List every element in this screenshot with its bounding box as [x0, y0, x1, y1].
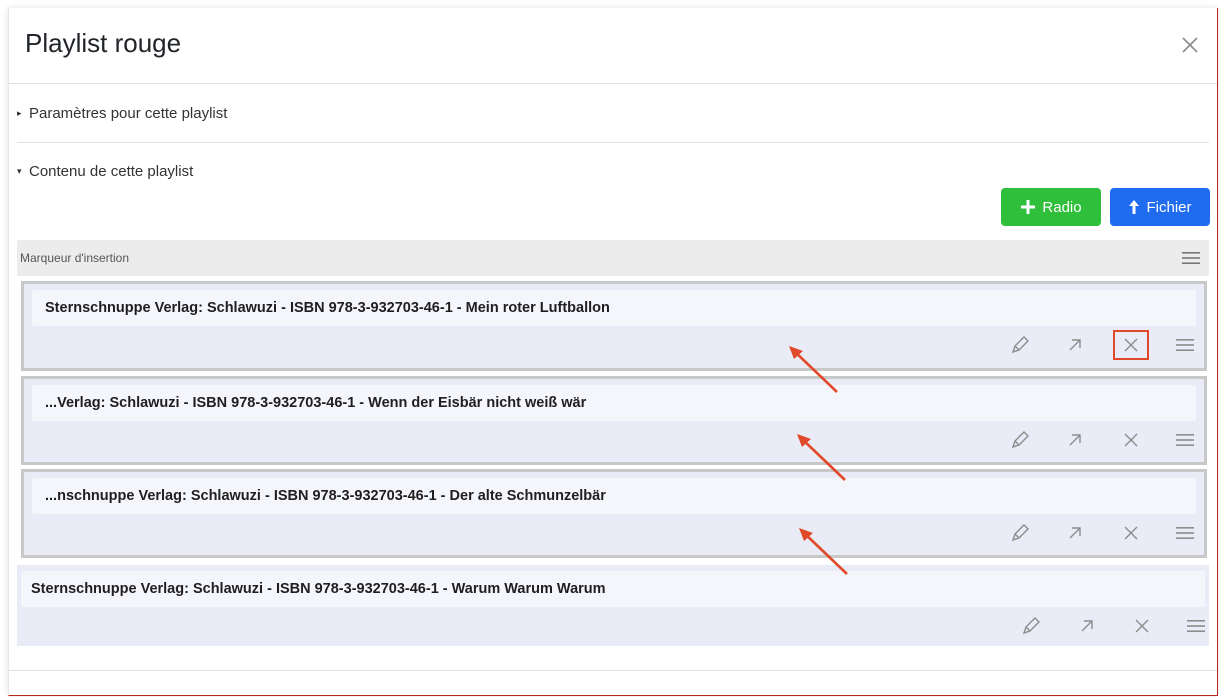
playlist-item[interactable]: Sternschnuppe Verlag: Schlawuzi - ISBN 9… [17, 565, 1209, 646]
add-radio-button[interactable]: Radio [1001, 188, 1101, 226]
divider [17, 142, 1209, 143]
drag-handle-icon[interactable] [1185, 615, 1207, 637]
external-link-icon[interactable] [1064, 334, 1086, 356]
pencil-icon[interactable] [1020, 615, 1042, 637]
drag-handle-icon[interactable] [1174, 522, 1196, 544]
item-actions [959, 609, 1209, 645]
external-link-icon[interactable] [1064, 522, 1086, 544]
upload-file-label: Fichier [1146, 198, 1192, 216]
playlist-item[interactable]: ...Verlag: Schlawuzi - ISBN 978-3-932703… [21, 376, 1207, 465]
delete-icon[interactable] [1131, 615, 1153, 637]
highlight-box [1113, 330, 1149, 360]
playlist-item[interactable]: ...nschnuppe Verlag: Schlawuzi - ISBN 97… [21, 469, 1207, 558]
settings-section-toggle[interactable]: ▸ Paramètres pour cette playlist [17, 105, 227, 122]
settings-section-label: Paramètres pour cette playlist [29, 105, 228, 122]
arrow-up-icon [1129, 200, 1140, 214]
delete-icon[interactable] [1120, 522, 1142, 544]
playlist-item[interactable]: Sternschnuppe Verlag: Schlawuzi - ISBN 9… [21, 281, 1207, 371]
modal-footer-divider [9, 670, 1217, 671]
drag-handle-icon[interactable] [1174, 429, 1196, 451]
item-actions [954, 423, 1204, 459]
playlist-item-title: Sternschnuppe Verlag: Schlawuzi - ISBN 9… [21, 571, 1205, 607]
plus-icon [1021, 200, 1036, 214]
drag-handle-icon[interactable] [1181, 250, 1201, 266]
pencil-icon[interactable] [1009, 429, 1031, 451]
external-link-icon[interactable] [1064, 429, 1086, 451]
delete-button[interactable] [1113, 330, 1149, 360]
close-button[interactable] [1177, 32, 1203, 58]
modal-title: Playlist rouge [25, 28, 182, 58]
caret-down-icon: ▾ [17, 166, 22, 176]
item-actions [954, 516, 1204, 552]
drag-handle-icon[interactable] [1174, 334, 1196, 356]
insertion-marker-label: Marqueur d'insertion [20, 251, 130, 265]
modal-header: Playlist rouge [9, 8, 1217, 84]
playlist-item-title: ...nschnuppe Verlag: Schlawuzi - ISBN 97… [32, 478, 1196, 514]
content-section-label: Contenu de cette playlist [29, 163, 194, 180]
item-actions [954, 328, 1204, 364]
external-link-icon[interactable] [1076, 615, 1098, 637]
caret-right-icon: ▸ [17, 108, 22, 118]
upload-file-button[interactable]: Fichier [1110, 188, 1210, 226]
playlist-item-title: Sternschnuppe Verlag: Schlawuzi - ISBN 9… [32, 290, 1196, 326]
pencil-icon[interactable] [1009, 522, 1031, 544]
pencil-icon[interactable] [1009, 334, 1031, 356]
insertion-marker[interactable]: Marqueur d'insertion [17, 240, 1209, 276]
playlist-modal: Playlist rouge ▸ Paramètres pour cette p… [8, 8, 1218, 696]
playlist-item-title: ...Verlag: Schlawuzi - ISBN 978-3-932703… [32, 385, 1196, 421]
content-section-toggle[interactable]: ▾ Contenu de cette playlist [17, 163, 193, 180]
add-radio-label: Radio [1042, 198, 1082, 216]
close-icon [1182, 37, 1198, 53]
delete-icon[interactable] [1120, 429, 1142, 451]
